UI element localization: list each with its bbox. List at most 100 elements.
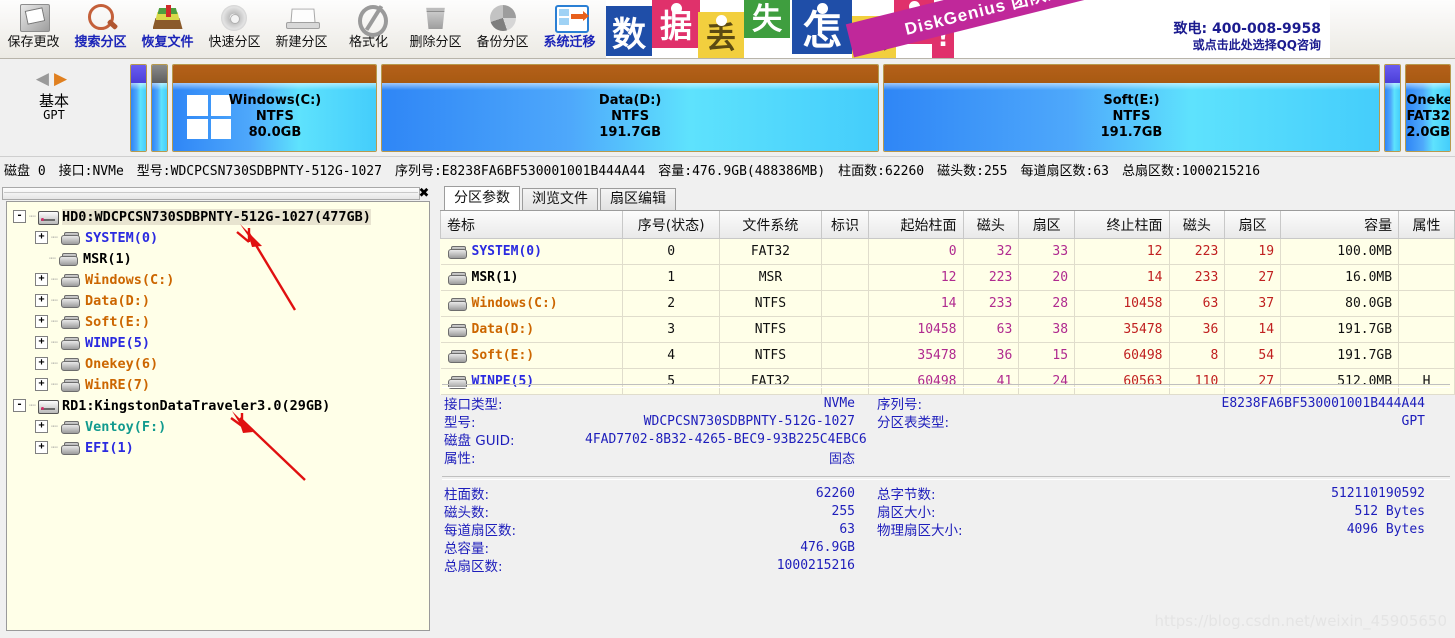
tree-node-3[interactable]: + ┈ Windows(C:) bbox=[7, 269, 429, 290]
table-header-3[interactable]: 标识 bbox=[820, 211, 870, 239]
toolbar-button-delete-partition[interactable]: 删除分区 bbox=[402, 0, 469, 58]
table-row[interactable]: SYSTEM(0) 0 FAT32 0 32 33 12 223 19 100.0MB bbox=[440, 238, 1455, 265]
disk-info-field-4: 容量:476.9GB(488386MB) bbox=[658, 164, 826, 179]
prev-disk-arrow-icon[interactable]: ◀ bbox=[36, 69, 54, 88]
tree-node-label: Data(D:) bbox=[85, 292, 151, 309]
toolbar-button-new-partition[interactable]: 新建分区 bbox=[268, 0, 335, 58]
disk-tree[interactable]: - ┈ HD0:WDCPCSN730SDBPNTY-512G-1027(477GB)… bbox=[6, 201, 430, 631]
toolbar-button-system-migration[interactable]: 系统迁移 bbox=[536, 0, 603, 58]
cell-start-head: 63 bbox=[963, 316, 1020, 343]
table-header-row: 卷标 序号(状态) 文件系统 标识 起始柱面 磁头 扇区 终止柱面 磁头 扇区 容量 属性 bbox=[439, 211, 1455, 239]
tab-2[interactable]: 扇区编辑 bbox=[600, 188, 676, 210]
cell-volume-label: Data(D:) bbox=[440, 316, 624, 343]
partition-body bbox=[1385, 83, 1401, 151]
partition-block-3[interactable]: Data(D:) NTFS 191.7GB bbox=[381, 64, 879, 152]
partition-block-6[interactable]: Onekey(6)FAT322.0GB bbox=[1405, 64, 1452, 152]
tree-node-7[interactable]: + ┈ Onekey(6) bbox=[7, 353, 429, 374]
tree-expander[interactable]: + bbox=[35, 336, 48, 349]
detail-label-right: 序列号: bbox=[877, 397, 923, 413]
tree-expander[interactable]: + bbox=[35, 315, 48, 328]
partition-usage-cap bbox=[152, 65, 168, 83]
cell-filesystem: NTFS bbox=[719, 316, 822, 343]
table-row[interactable]: MSR(1) 1 MSR 12 223 20 14 233 27 16.0MB bbox=[440, 264, 1455, 291]
toolbar-button-label: 删除分区 bbox=[409, 35, 462, 50]
partition-block-1[interactable] bbox=[151, 64, 169, 152]
cell-start-cylinder: 14 bbox=[868, 290, 964, 317]
volume-name: SYSTEM(0) bbox=[471, 244, 542, 259]
table-header-11[interactable]: 属性 bbox=[1398, 211, 1455, 239]
disk-detail-top: 接口类型: NVMe 序列号: E8238FA6BF530001001B444A44 型… bbox=[440, 394, 1455, 468]
detail-row: 总扇区数: 1000215216 bbox=[440, 556, 1455, 576]
tree-expander[interactable]: + bbox=[35, 441, 48, 454]
tree-node-8[interactable]: + ┈ WinRE(7) bbox=[7, 374, 429, 395]
tree-node-2[interactable]: ┈ MSR(1) bbox=[7, 248, 429, 269]
toolbar-button-save[interactable]: 保存更改 bbox=[0, 0, 67, 58]
table-header-5[interactable]: 磁头 bbox=[962, 211, 1020, 239]
toolbar-button-search-partition[interactable]: 搜索分区 bbox=[67, 0, 134, 58]
ad-tile-2: 丢 bbox=[698, 12, 744, 58]
table-header-9[interactable]: 扇区 bbox=[1224, 211, 1282, 239]
table-row[interactable]: Data(D:) 3 NTFS 10458 63 38 35478 36 14 191.7GB bbox=[440, 316, 1455, 343]
tree-expander[interactable]: + bbox=[35, 420, 48, 433]
detail-row: 接口类型: NVMe 序列号: E8238FA6BF530001001B444A44 bbox=[440, 394, 1455, 414]
partition-block-0[interactable] bbox=[130, 64, 148, 152]
tree-expander-placeholder bbox=[35, 253, 46, 264]
tree-node-4[interactable]: + ┈ Data(D:) bbox=[7, 290, 429, 311]
partition-block-2[interactable]: Windows(C:) NTFS 80.0GB bbox=[172, 64, 378, 152]
tree-expander[interactable]: - bbox=[13, 399, 26, 412]
tree-node-6[interactable]: + ┈ WINPE(5) bbox=[7, 332, 429, 353]
toolbar-button-quick-partition[interactable]: 快速分区 bbox=[201, 0, 268, 58]
cell-end-sector: 54 bbox=[1224, 342, 1282, 369]
tree-node-label: SYSTEM(0) bbox=[85, 229, 159, 246]
delete-partition-icon bbox=[418, 2, 454, 34]
tree-node-9[interactable]: - ┈ RD1:KingstonDataTraveler3.0(29GB) bbox=[7, 395, 429, 416]
tree-pane-grip[interactable] bbox=[2, 187, 420, 200]
toolbar-button-backup-partition[interactable]: 备份分区 bbox=[469, 0, 536, 58]
tab-1[interactable]: 浏览文件 bbox=[522, 188, 598, 210]
tree-expander[interactable]: + bbox=[35, 357, 48, 370]
tree-node-0[interactable]: - ┈ HD0:WDCPCSN730SDBPNTY-512G-1027(477GB) bbox=[7, 206, 429, 227]
cell-end-sector: 27 bbox=[1224, 264, 1282, 291]
partition-block-5[interactable] bbox=[1384, 64, 1402, 152]
tree-node-11[interactable]: + ┈ EFI(1) bbox=[7, 437, 429, 458]
next-disk-arrow-icon[interactable]: ▶ bbox=[54, 69, 72, 88]
save-icon bbox=[16, 2, 52, 34]
tree-node-label: Soft(E:) bbox=[85, 313, 151, 330]
cell-end-sector: 19 bbox=[1224, 238, 1282, 265]
table-header-6[interactable]: 扇区 bbox=[1018, 211, 1076, 239]
table-header-7[interactable]: 终止柱面 bbox=[1074, 211, 1170, 239]
close-icon[interactable]: ✖ bbox=[416, 185, 432, 201]
tree-node-5[interactable]: + ┈ Soft(E:) bbox=[7, 311, 429, 332]
cell-attribute bbox=[1398, 238, 1455, 265]
cell-attribute bbox=[1398, 316, 1455, 343]
advertisement-banner[interactable]: 数据丢失怎么办! DiskGenius 团队为您服务 致电: 400-008-9… bbox=[606, 0, 1330, 58]
tree-expander[interactable]: - bbox=[13, 210, 26, 223]
cell-end-cylinder: 12 bbox=[1074, 238, 1170, 265]
table-row[interactable]: WINPE(5) 5 FAT32 60498 41 24 60563 110 27 512.0MB… bbox=[440, 368, 1455, 395]
watermark-text: https://blog.csdn.net/weixin_45905650 bbox=[1154, 612, 1447, 630]
tree-expander[interactable]: + bbox=[35, 378, 48, 391]
tree-expander[interactable]: + bbox=[35, 231, 48, 244]
table-header-4[interactable]: 起始柱面 bbox=[868, 211, 964, 239]
toolbar-button-recover-file[interactable]: 恢复文件 bbox=[134, 0, 201, 58]
cell-attribute bbox=[1398, 264, 1455, 291]
partition-block-4[interactable]: Soft(E:) NTFS 191.7GB bbox=[882, 64, 1381, 152]
table-header-0[interactable]: 卷标 bbox=[439, 211, 624, 239]
cell-index: 2 bbox=[622, 290, 720, 317]
tab-0[interactable]: 分区参数 bbox=[444, 186, 520, 211]
ad-qq-link[interactable]: 或点击此处选择QQ咨询 bbox=[1076, 36, 1321, 53]
tree-expander[interactable]: + bbox=[35, 294, 48, 307]
tree-node-label: Onekey(6) bbox=[85, 355, 159, 372]
detail-value: 62260 bbox=[815, 485, 855, 501]
tree-node-10[interactable]: + ┈ Ventoy(F:) bbox=[7, 416, 429, 437]
toolbar-button-format[interactable]: 格式化 bbox=[335, 0, 402, 58]
tree-node-1[interactable]: + ┈ SYSTEM(0) bbox=[7, 227, 429, 248]
table-header-10[interactable]: 容量 bbox=[1280, 211, 1400, 239]
tree-expander[interactable]: + bbox=[35, 273, 48, 286]
table-row[interactable]: Windows(C:) 2 NTFS 14 233 28 10458 63 37 80.0GB bbox=[440, 290, 1455, 317]
table-header-8[interactable]: 磁头 bbox=[1168, 211, 1226, 239]
table-row[interactable]: Soft(E:) 4 NTFS 35478 36 15 60498 8 54 191.7GB bbox=[440, 342, 1455, 369]
cell-volume-label: Windows(C:) bbox=[440, 290, 624, 317]
table-header-1[interactable]: 序号(状态) bbox=[622, 211, 720, 239]
table-header-2[interactable]: 文件系统 bbox=[718, 211, 822, 239]
